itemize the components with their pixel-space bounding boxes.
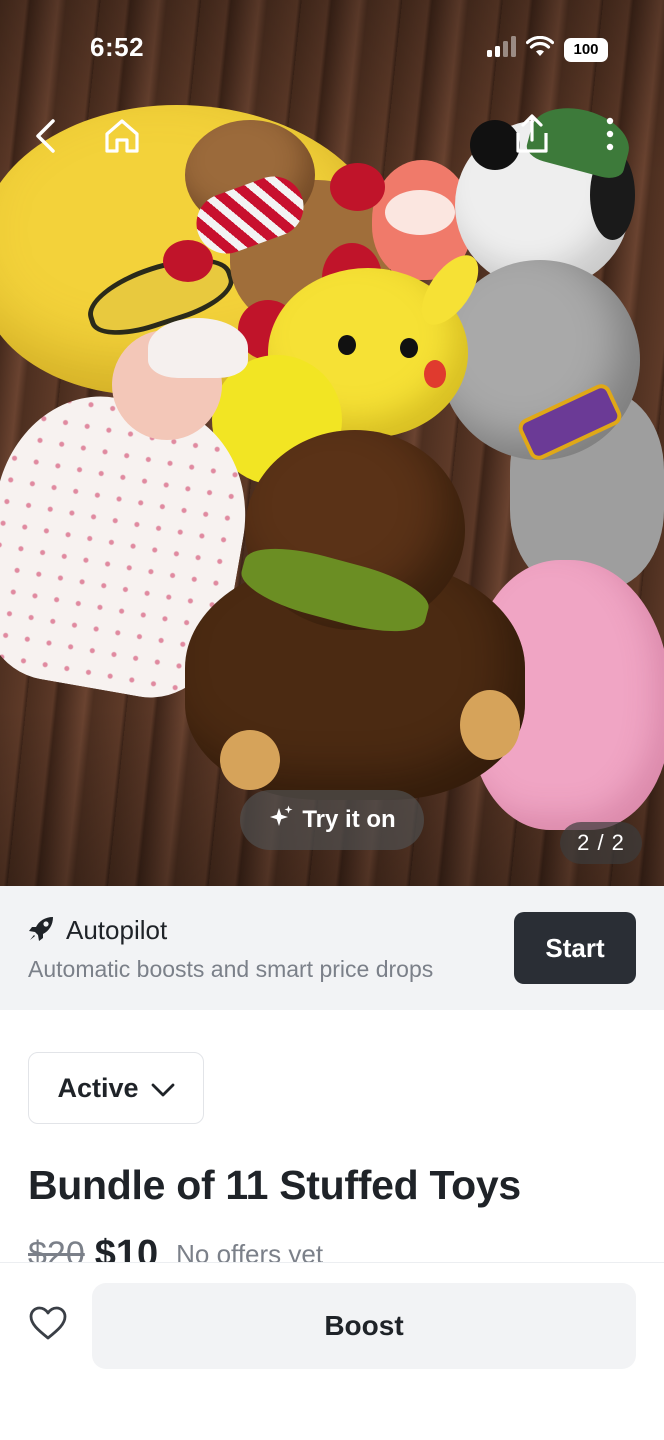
status-time: 6:52: [90, 32, 145, 62]
home-button[interactable]: [98, 114, 146, 162]
photo-bear-foot: [460, 690, 520, 760]
listing-status-dropdown[interactable]: Active: [28, 1052, 204, 1124]
status-bar: 6:52 100: [0, 0, 664, 100]
boost-button[interactable]: Boost: [92, 1283, 636, 1369]
autopilot-banner: Autopilot Automatic boosts and smart pri…: [0, 886, 664, 1010]
current-price: $10: [94, 1233, 159, 1262]
offers-status: No offers yet: [176, 1239, 324, 1262]
photo-pikachu-eye: [400, 338, 418, 358]
price-row: $20 $10 No offers yet: [28, 1232, 323, 1262]
autopilot-title: Autopilot: [66, 915, 168, 945]
photo-pikachu-eye: [338, 335, 356, 355]
photo-pikachu-cheek: [424, 360, 446, 388]
back-button[interactable]: [22, 114, 70, 162]
autopilot-subtitle: Automatic boosts and smart price drops: [28, 956, 434, 982]
autopilot-title-row: Autopilot: [28, 914, 167, 947]
listing-title: Bundle of 11 Stuffed Toys: [28, 1162, 521, 1208]
photo-fox-face: [385, 190, 455, 235]
photo-doll-hat: [148, 318, 248, 378]
autopilot-start-button[interactable]: Start: [514, 912, 636, 984]
battery-indicator: 100: [564, 37, 608, 62]
signal-icon: [486, 36, 516, 63]
bottom-action-bar: Boost: [0, 1262, 664, 1440]
heart-icon: [28, 1305, 68, 1346]
like-button[interactable]: [24, 1301, 72, 1349]
more-icon: [604, 116, 616, 157]
original-price: $20: [28, 1235, 85, 1262]
back-icon: [31, 118, 61, 159]
try-it-on-button[interactable]: Try it on: [240, 790, 424, 850]
wifi-icon: [525, 35, 555, 63]
status-icons: 100: [486, 35, 608, 63]
photo-red-hand: [330, 163, 385, 211]
chevron-down-icon: [151, 1073, 175, 1104]
more-button[interactable]: [586, 112, 634, 160]
try-it-on-label: Try it on: [302, 806, 396, 833]
share-button[interactable]: [508, 112, 556, 160]
photo-counter: 2 / 2: [560, 822, 642, 864]
rocket-icon: [28, 914, 56, 947]
photo-bear-foot: [220, 730, 280, 790]
listing-status-label: Active: [57, 1072, 139, 1103]
share-icon: [513, 113, 551, 160]
sparkle-icon: [268, 804, 294, 837]
photo-red-hand: [163, 240, 213, 282]
home-icon: [102, 116, 142, 161]
